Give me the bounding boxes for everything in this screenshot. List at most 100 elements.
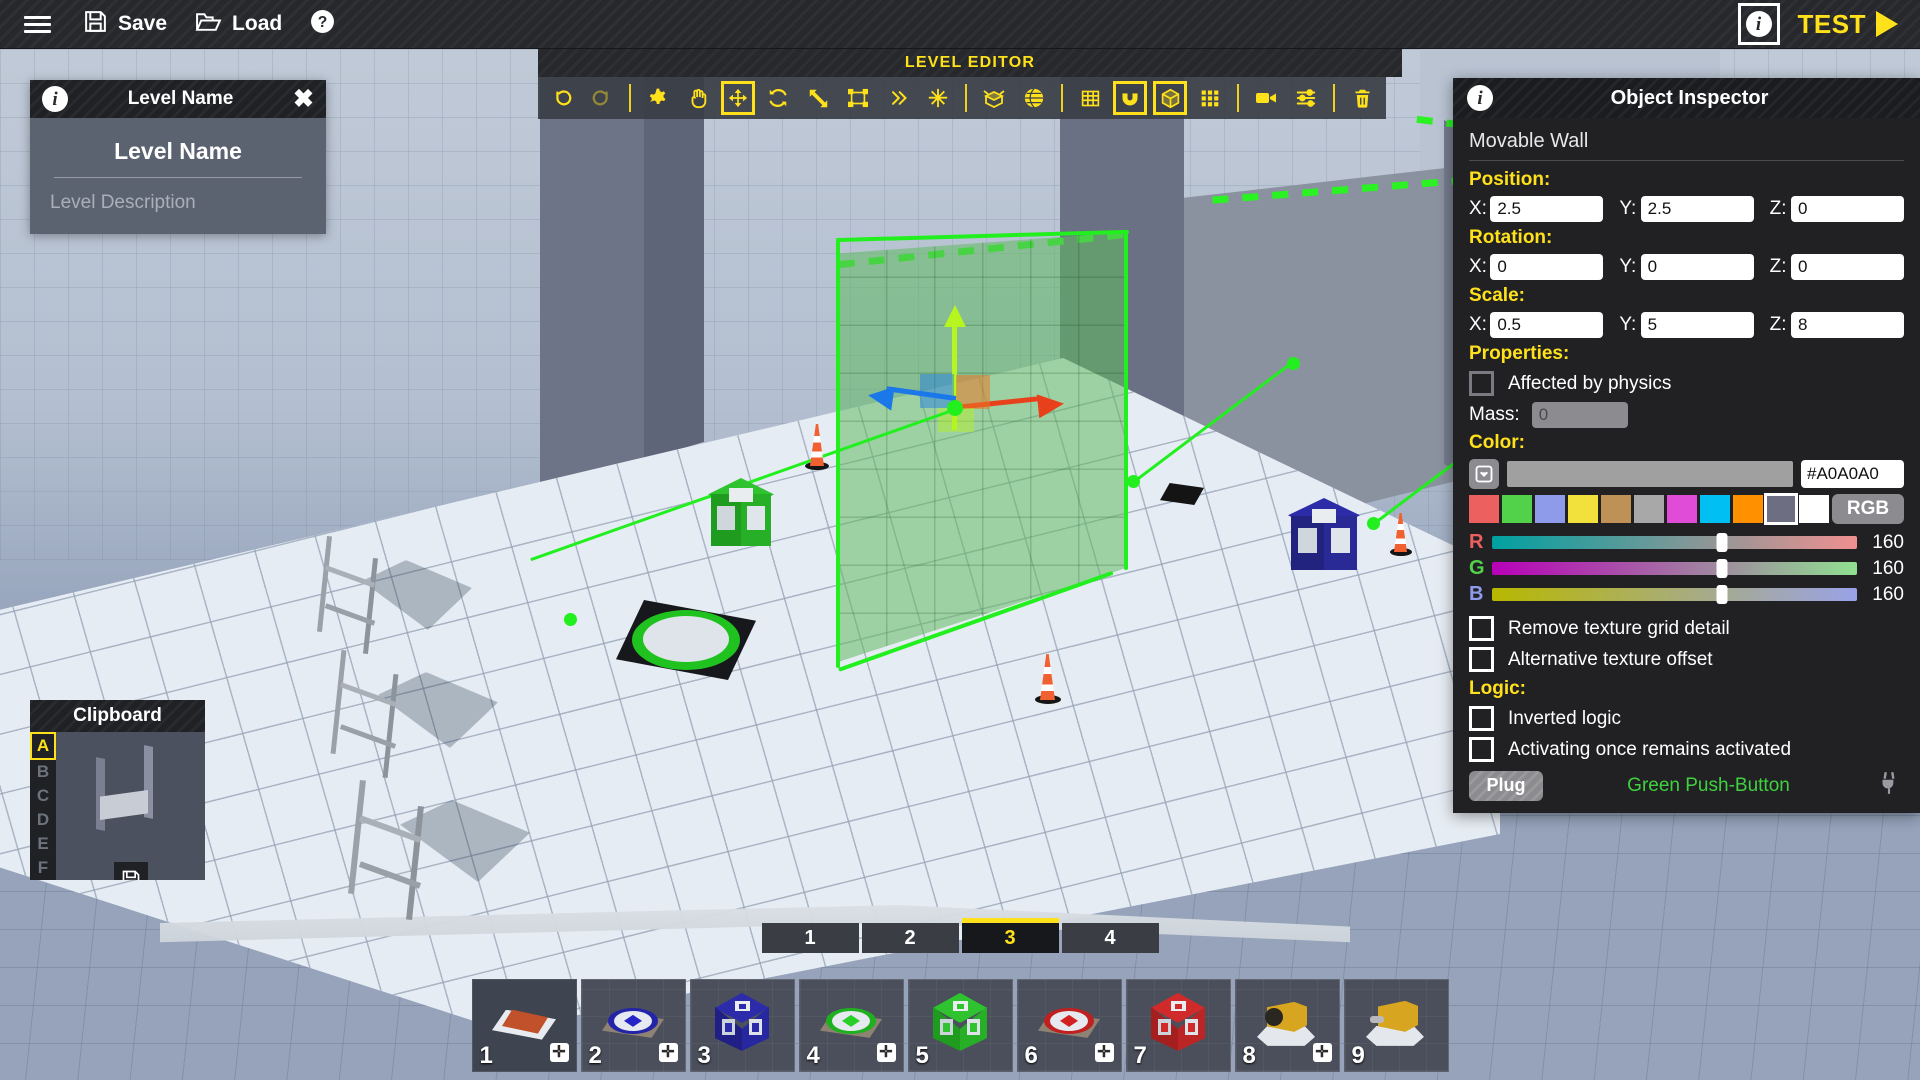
camera-tool[interactable] bbox=[1249, 81, 1283, 115]
color-swatch-5[interactable] bbox=[1634, 495, 1664, 523]
rotation-y-input[interactable] bbox=[1640, 254, 1754, 280]
gizmo-x-arrow[interactable] bbox=[1036, 391, 1066, 419]
hotbar-slot-2[interactable]: 2 ✛ bbox=[580, 979, 686, 1072]
clipboard-save-button[interactable] bbox=[113, 862, 148, 880]
plug-button[interactable]: Plug bbox=[1469, 770, 1543, 801]
rotation-x-input[interactable] bbox=[1490, 254, 1604, 280]
remove-texture-grid-checkbox[interactable] bbox=[1469, 616, 1494, 641]
blue-cube-object[interactable] bbox=[1288, 498, 1360, 574]
help-button[interactable]: ? bbox=[296, 0, 349, 49]
clipboard-slot-e[interactable]: E bbox=[30, 832, 56, 856]
test-button[interactable]: TEST bbox=[1798, 9, 1898, 40]
hotbar-slot-4[interactable]: 4 ✛ bbox=[798, 979, 904, 1072]
redo-tool[interactable] bbox=[585, 81, 619, 115]
palette-tool[interactable] bbox=[1193, 81, 1227, 115]
hotbar-slot-4-add-icon[interactable]: ✛ bbox=[876, 1043, 896, 1062]
position-x-input[interactable] bbox=[1490, 196, 1604, 222]
color-swatch-1[interactable] bbox=[1502, 495, 1532, 523]
snap-tool[interactable] bbox=[921, 81, 955, 115]
scale-tool[interactable] bbox=[801, 81, 835, 115]
color-swatch-8[interactable] bbox=[1733, 495, 1763, 523]
more-tool[interactable] bbox=[881, 81, 915, 115]
alternative-texture-offset-row[interactable]: Alternative texture offset bbox=[1469, 647, 1904, 672]
clipboard-preview[interactable] bbox=[56, 732, 205, 880]
hotbar-slot-8-add-icon[interactable]: ✛ bbox=[1312, 1043, 1332, 1062]
mass-input[interactable] bbox=[1531, 402, 1628, 428]
scale-y-input[interactable] bbox=[1640, 312, 1754, 338]
settings-tool[interactable] bbox=[641, 81, 675, 115]
color-swatch-7[interactable] bbox=[1700, 495, 1730, 523]
color-swatch-6[interactable] bbox=[1667, 495, 1697, 523]
activating-once-row[interactable]: Activating once remains activated bbox=[1469, 737, 1904, 762]
clipboard-slot-a[interactable]: A bbox=[30, 732, 56, 760]
hotbar-slot-3[interactable]: 3 bbox=[689, 979, 795, 1072]
scale-x-input[interactable] bbox=[1490, 312, 1604, 338]
open-box-tool[interactable] bbox=[977, 81, 1011, 115]
hamburger-menu-icon[interactable] bbox=[12, 15, 63, 33]
page-tab-3[interactable]: 3 bbox=[961, 918, 1059, 953]
activating-once-checkbox[interactable] bbox=[1469, 737, 1494, 762]
clipboard-slot-c[interactable]: C bbox=[30, 784, 56, 808]
grid-tool[interactable] bbox=[1073, 81, 1107, 115]
color-preview-bar[interactable] bbox=[1507, 461, 1793, 487]
move-tool[interactable] bbox=[721, 81, 755, 115]
hotbar-slot-6[interactable]: 6 ✛ bbox=[1016, 979, 1122, 1072]
power-plug-icon[interactable] bbox=[1874, 770, 1904, 801]
gizmo-center-handle[interactable] bbox=[947, 400, 963, 416]
info-icon[interactable]: i bbox=[42, 86, 68, 112]
green-push-button-object[interactable] bbox=[616, 600, 756, 680]
color-swatch-2[interactable] bbox=[1535, 495, 1565, 523]
save-button[interactable]: Save bbox=[69, 0, 181, 49]
close-x-icon[interactable]: ✖ bbox=[293, 86, 314, 112]
chevron-down-box-icon[interactable] bbox=[1469, 459, 1499, 489]
clipboard-slot-f[interactable]: F bbox=[30, 856, 56, 880]
clipboard-slot-d[interactable]: D bbox=[30, 808, 56, 832]
load-button[interactable]: Load bbox=[181, 0, 296, 49]
undo-tool[interactable] bbox=[545, 81, 579, 115]
position-y-input[interactable] bbox=[1640, 196, 1754, 222]
scale-z-input[interactable] bbox=[1790, 312, 1904, 338]
alternative-texture-offset-checkbox[interactable] bbox=[1469, 647, 1494, 672]
object-snap-tool[interactable] bbox=[1153, 81, 1187, 115]
green-slider-knob[interactable] bbox=[1716, 559, 1728, 578]
hotbar-slot-1-add-icon[interactable]: ✛ bbox=[549, 1043, 569, 1062]
gizmo-z-arrow[interactable] bbox=[866, 383, 895, 411]
hotbar-slot-6-add-icon[interactable]: ✛ bbox=[1094, 1043, 1114, 1062]
rgb-mode-button[interactable]: RGB bbox=[1832, 494, 1904, 524]
rotate-tool[interactable] bbox=[761, 81, 795, 115]
info-button[interactable]: i bbox=[1737, 3, 1780, 45]
color-swatch-4[interactable] bbox=[1601, 495, 1631, 523]
level-description-input[interactable]: Level Description bbox=[50, 192, 306, 214]
remove-texture-grid-row[interactable]: Remove texture grid detail bbox=[1469, 616, 1904, 641]
red-slider-knob[interactable] bbox=[1716, 533, 1728, 552]
magnet-snap-tool[interactable] bbox=[1113, 81, 1147, 115]
color-swatch-3[interactable] bbox=[1568, 495, 1598, 523]
clipboard-slot-b[interactable]: B bbox=[30, 760, 56, 784]
green-cube-object[interactable] bbox=[708, 478, 774, 548]
inverted-logic-checkbox[interactable] bbox=[1469, 706, 1494, 731]
red-slider-track[interactable] bbox=[1492, 533, 1857, 552]
page-tab-2[interactable]: 2 bbox=[861, 923, 959, 953]
hotbar-slot-9[interactable]: 9 bbox=[1343, 979, 1449, 1072]
bounds-tool[interactable] bbox=[841, 81, 875, 115]
hotbar-slot-1[interactable]: 1 ✛ bbox=[471, 979, 577, 1072]
world-tool[interactable] bbox=[1017, 81, 1051, 115]
delete-tool[interactable] bbox=[1345, 81, 1379, 115]
green-slider-track[interactable] bbox=[1492, 559, 1857, 578]
blue-slider-track[interactable] bbox=[1492, 585, 1857, 604]
affected-by-physics-checkbox[interactable] bbox=[1469, 371, 1494, 396]
color-hex-input[interactable] bbox=[1801, 460, 1904, 488]
hotbar-slot-8[interactable]: 8 ✛ bbox=[1234, 979, 1340, 1072]
position-z-input[interactable] bbox=[1790, 196, 1904, 222]
gizmo-y-arrow[interactable] bbox=[944, 305, 966, 327]
inverted-logic-row[interactable]: Inverted logic bbox=[1469, 706, 1904, 731]
level-name-value[interactable]: Level Name bbox=[50, 132, 306, 177]
hotbar-slot-5[interactable]: 5 bbox=[907, 979, 1013, 1072]
page-tab-1[interactable]: 1 bbox=[761, 923, 859, 953]
page-tab-4[interactable]: 4 bbox=[1061, 923, 1159, 953]
affected-by-physics-row[interactable]: Affected by physics bbox=[1469, 371, 1904, 396]
color-swatch-0[interactable] bbox=[1469, 495, 1499, 523]
hotbar-slot-2-add-icon[interactable]: ✛ bbox=[658, 1043, 678, 1062]
hotbar-slot-7[interactable]: 7 bbox=[1125, 979, 1231, 1072]
pan-tool[interactable] bbox=[681, 81, 715, 115]
